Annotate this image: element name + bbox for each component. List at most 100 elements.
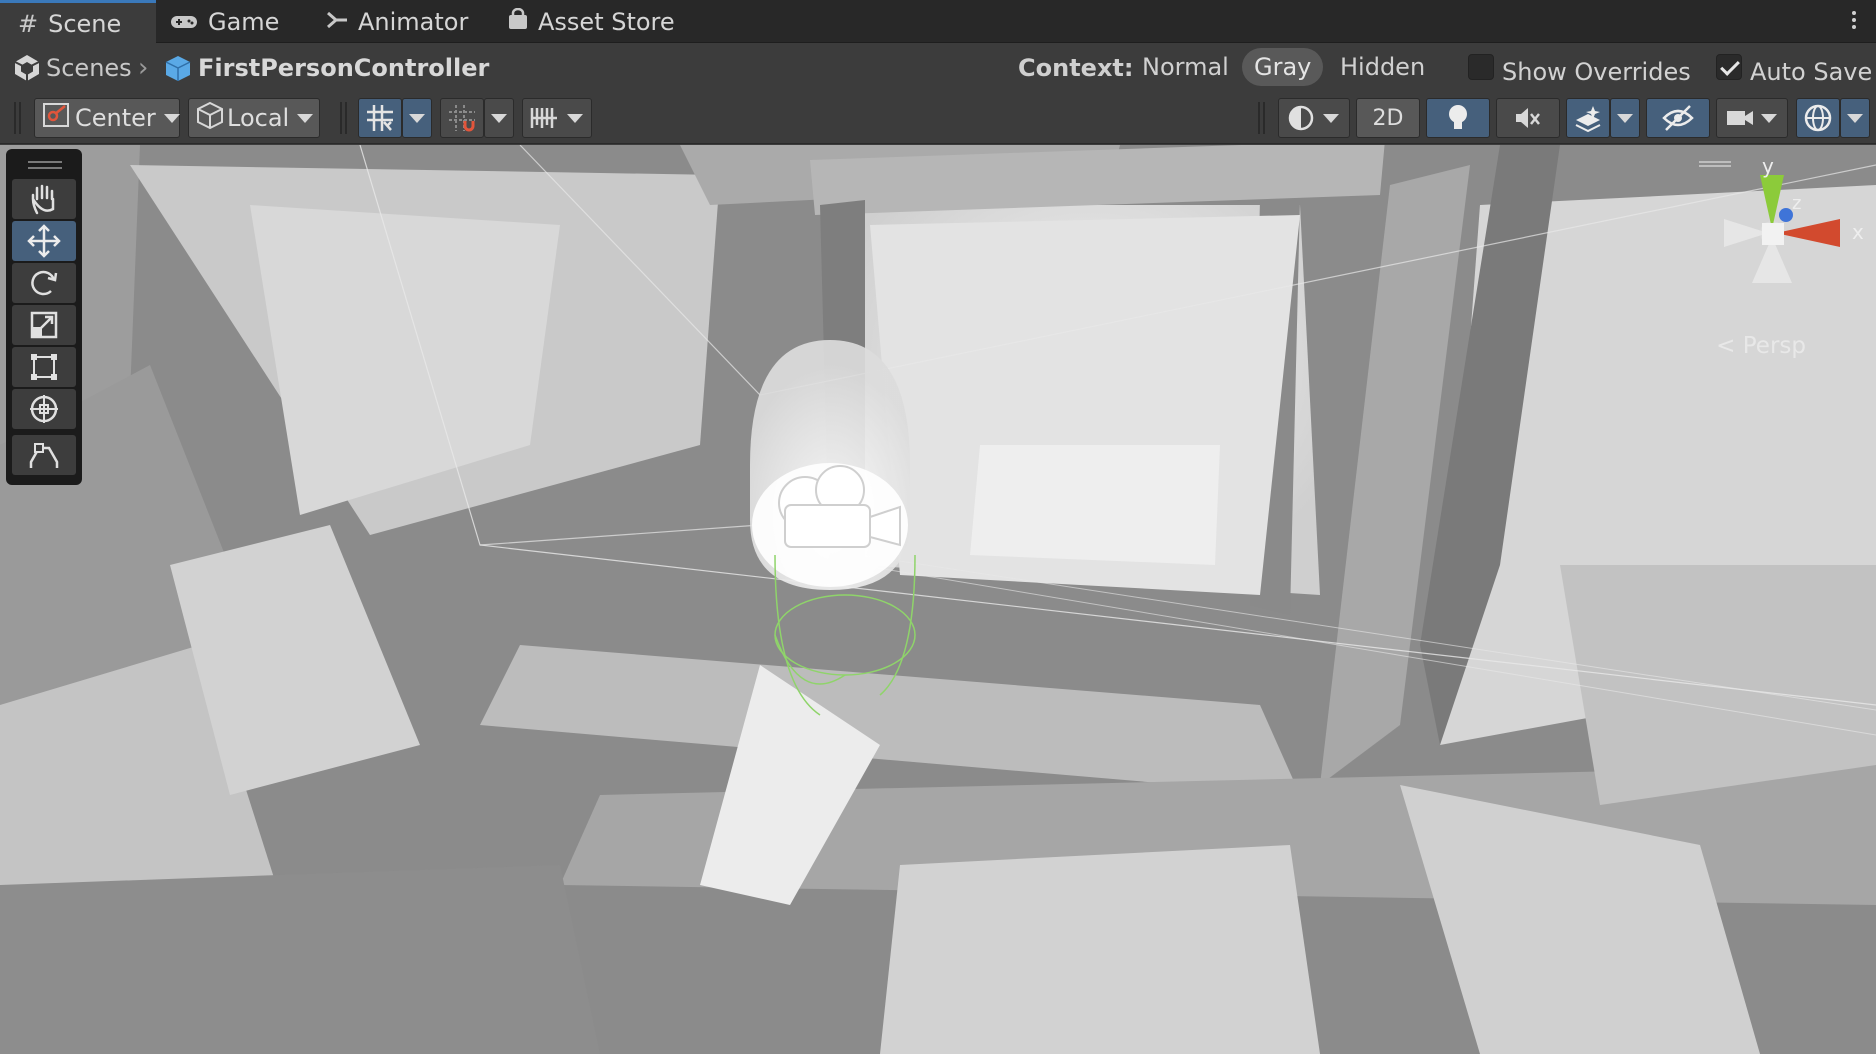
tool-palette	[6, 149, 82, 485]
chevron-down-icon	[567, 113, 583, 123]
toolbar-grip	[340, 102, 347, 134]
auto-save-checkbox[interactable]	[1716, 54, 1742, 80]
gamepad-icon	[170, 8, 198, 36]
scene-camera-dropdown[interactable]	[1716, 98, 1788, 138]
tab-game[interactable]: Game	[170, 0, 300, 43]
pivot-icon	[41, 101, 71, 135]
tab-scene[interactable]: # Scene	[0, 0, 156, 44]
toolbar-grip	[14, 102, 21, 134]
axis-x-cone[interactable]	[1776, 219, 1840, 247]
incremental-snap-dropdown[interactable]	[484, 98, 514, 138]
prefab-cube-icon	[164, 44, 192, 92]
chevron-down-icon	[1847, 113, 1863, 123]
chevron-down-icon	[297, 113, 314, 123]
gizmos-dropdown[interactable]	[1840, 98, 1870, 138]
scene-visibility-button[interactable]	[1646, 98, 1710, 138]
effects-icon	[1575, 106, 1601, 133]
hand-icon	[31, 184, 55, 215]
show-overrides-label: Show Overrides	[1502, 58, 1691, 86]
rotate-tool-button[interactable]	[12, 263, 76, 303]
rect-tool-button[interactable]	[12, 347, 76, 387]
perspective-toggle[interactable]: < Persp	[1716, 333, 1806, 359]
more-options-icon[interactable]	[1850, 9, 1858, 33]
hand-tool-button[interactable]	[12, 179, 76, 219]
chevron-down-icon	[1323, 113, 1339, 123]
player-capsule[interactable]	[750, 340, 910, 590]
pivot-local-dropdown[interactable]: Local	[188, 98, 320, 138]
axis-x-label: x	[1852, 220, 1864, 244]
lower-block	[880, 845, 1320, 1054]
gizmos-button[interactable]	[1796, 98, 1840, 138]
scene-grid-icon: #	[18, 9, 39, 38]
scene-render	[0, 145, 1876, 1054]
context-gray-button[interactable]: Gray	[1242, 48, 1324, 86]
axis-z-cone[interactable]	[1779, 208, 1793, 222]
scene-lighting-button[interactable]	[1426, 98, 1490, 138]
draw-mode-dropdown[interactable]	[1278, 98, 1350, 138]
toggle-2d-label: 2D	[1372, 105, 1404, 131]
snap-magnet-icon	[449, 105, 475, 132]
chevron-down-icon	[491, 113, 507, 123]
incremental-snap-button[interactable]	[440, 98, 484, 138]
chevron-down-icon	[163, 113, 180, 123]
auto-save-label: Auto Save	[1750, 58, 1873, 86]
unity-scenes-icon	[14, 44, 40, 92]
shaded-sphere-icon	[1288, 105, 1314, 131]
scale-icon	[30, 311, 58, 339]
scene-effects-button[interactable]	[1566, 98, 1610, 138]
hidden-eye-icon	[1662, 105, 1694, 131]
scene-audio-button[interactable]	[1496, 98, 1560, 138]
show-overrides-checkbox[interactable]	[1468, 54, 1494, 80]
scale-tool-button[interactable]	[12, 305, 76, 345]
local-space-cube-icon	[195, 100, 225, 136]
custom-tool-button[interactable]	[12, 435, 76, 475]
toolbar-grip	[1258, 102, 1265, 134]
tab-scene-label: Scene	[48, 9, 122, 38]
orientation-gizmo[interactable]: y z x	[1706, 155, 1876, 305]
custom-tool-icon	[29, 443, 59, 468]
animator-icon	[326, 8, 348, 36]
shopping-bag-icon	[508, 7, 528, 36]
pivot-center-label: Center	[75, 104, 156, 132]
pivot-local-label: Local	[227, 104, 290, 132]
context-hidden-button[interactable]: Hidden	[1328, 48, 1437, 86]
axis-z-label: z	[1792, 193, 1801, 214]
grid-snap-icon	[367, 105, 393, 131]
breadcrumb-root[interactable]: Scenes	[46, 44, 132, 92]
breadcrumb-bar: Scenes › FirstPersonController Context: …	[0, 44, 1876, 92]
scene-viewport[interactable]: y z x < Persp	[0, 145, 1876, 1054]
scene-toolbar: Center Local 2D	[0, 92, 1876, 144]
gizmo-globe-icon	[1804, 104, 1832, 132]
lightbulb-icon	[1449, 105, 1467, 129]
tab-animator[interactable]: Animator	[326, 0, 476, 43]
grid-visibility-button[interactable]	[358, 98, 402, 138]
pivot-center-dropdown[interactable]: Center	[34, 98, 180, 138]
audio-mute-icon	[1516, 108, 1540, 128]
toggle-2d-button[interactable]: 2D	[1356, 98, 1420, 138]
chevron-down-icon	[1617, 113, 1633, 123]
context-label: Context:	[1018, 54, 1134, 82]
tab-animator-label: Animator	[358, 7, 469, 36]
context-normal-button[interactable]: Normal	[1130, 48, 1241, 86]
ruler-icon	[530, 108, 557, 128]
tab-asset-store-label: Asset Store	[538, 7, 675, 36]
rotate-icon	[31, 270, 58, 296]
scene-effects-dropdown[interactable]	[1610, 98, 1640, 138]
tab-asset-store[interactable]: Asset Store	[508, 0, 678, 43]
chevron-down-icon	[1761, 113, 1777, 123]
grid-ruler-button[interactable]	[522, 98, 592, 138]
tab-game-label: Game	[208, 7, 280, 36]
chevron-right-icon: ›	[138, 53, 149, 83]
transform-tool-button[interactable]	[12, 389, 76, 429]
transform-icon	[30, 395, 58, 423]
axis-y-label: y	[1762, 155, 1774, 178]
camera-icon	[1727, 111, 1753, 125]
axis-y-cone[interactable]	[1760, 175, 1784, 229]
grid-visibility-dropdown[interactable]	[402, 98, 432, 138]
editor-tab-bar: # Scene Game Animator Asset Store	[0, 0, 1876, 44]
palette-drag-handle[interactable]	[28, 161, 62, 169]
rect-transform-icon	[31, 354, 57, 380]
chevron-down-icon	[409, 113, 425, 123]
breadcrumb-current[interactable]: FirstPersonController	[198, 44, 489, 92]
move-tool-button[interactable]	[12, 221, 76, 261]
